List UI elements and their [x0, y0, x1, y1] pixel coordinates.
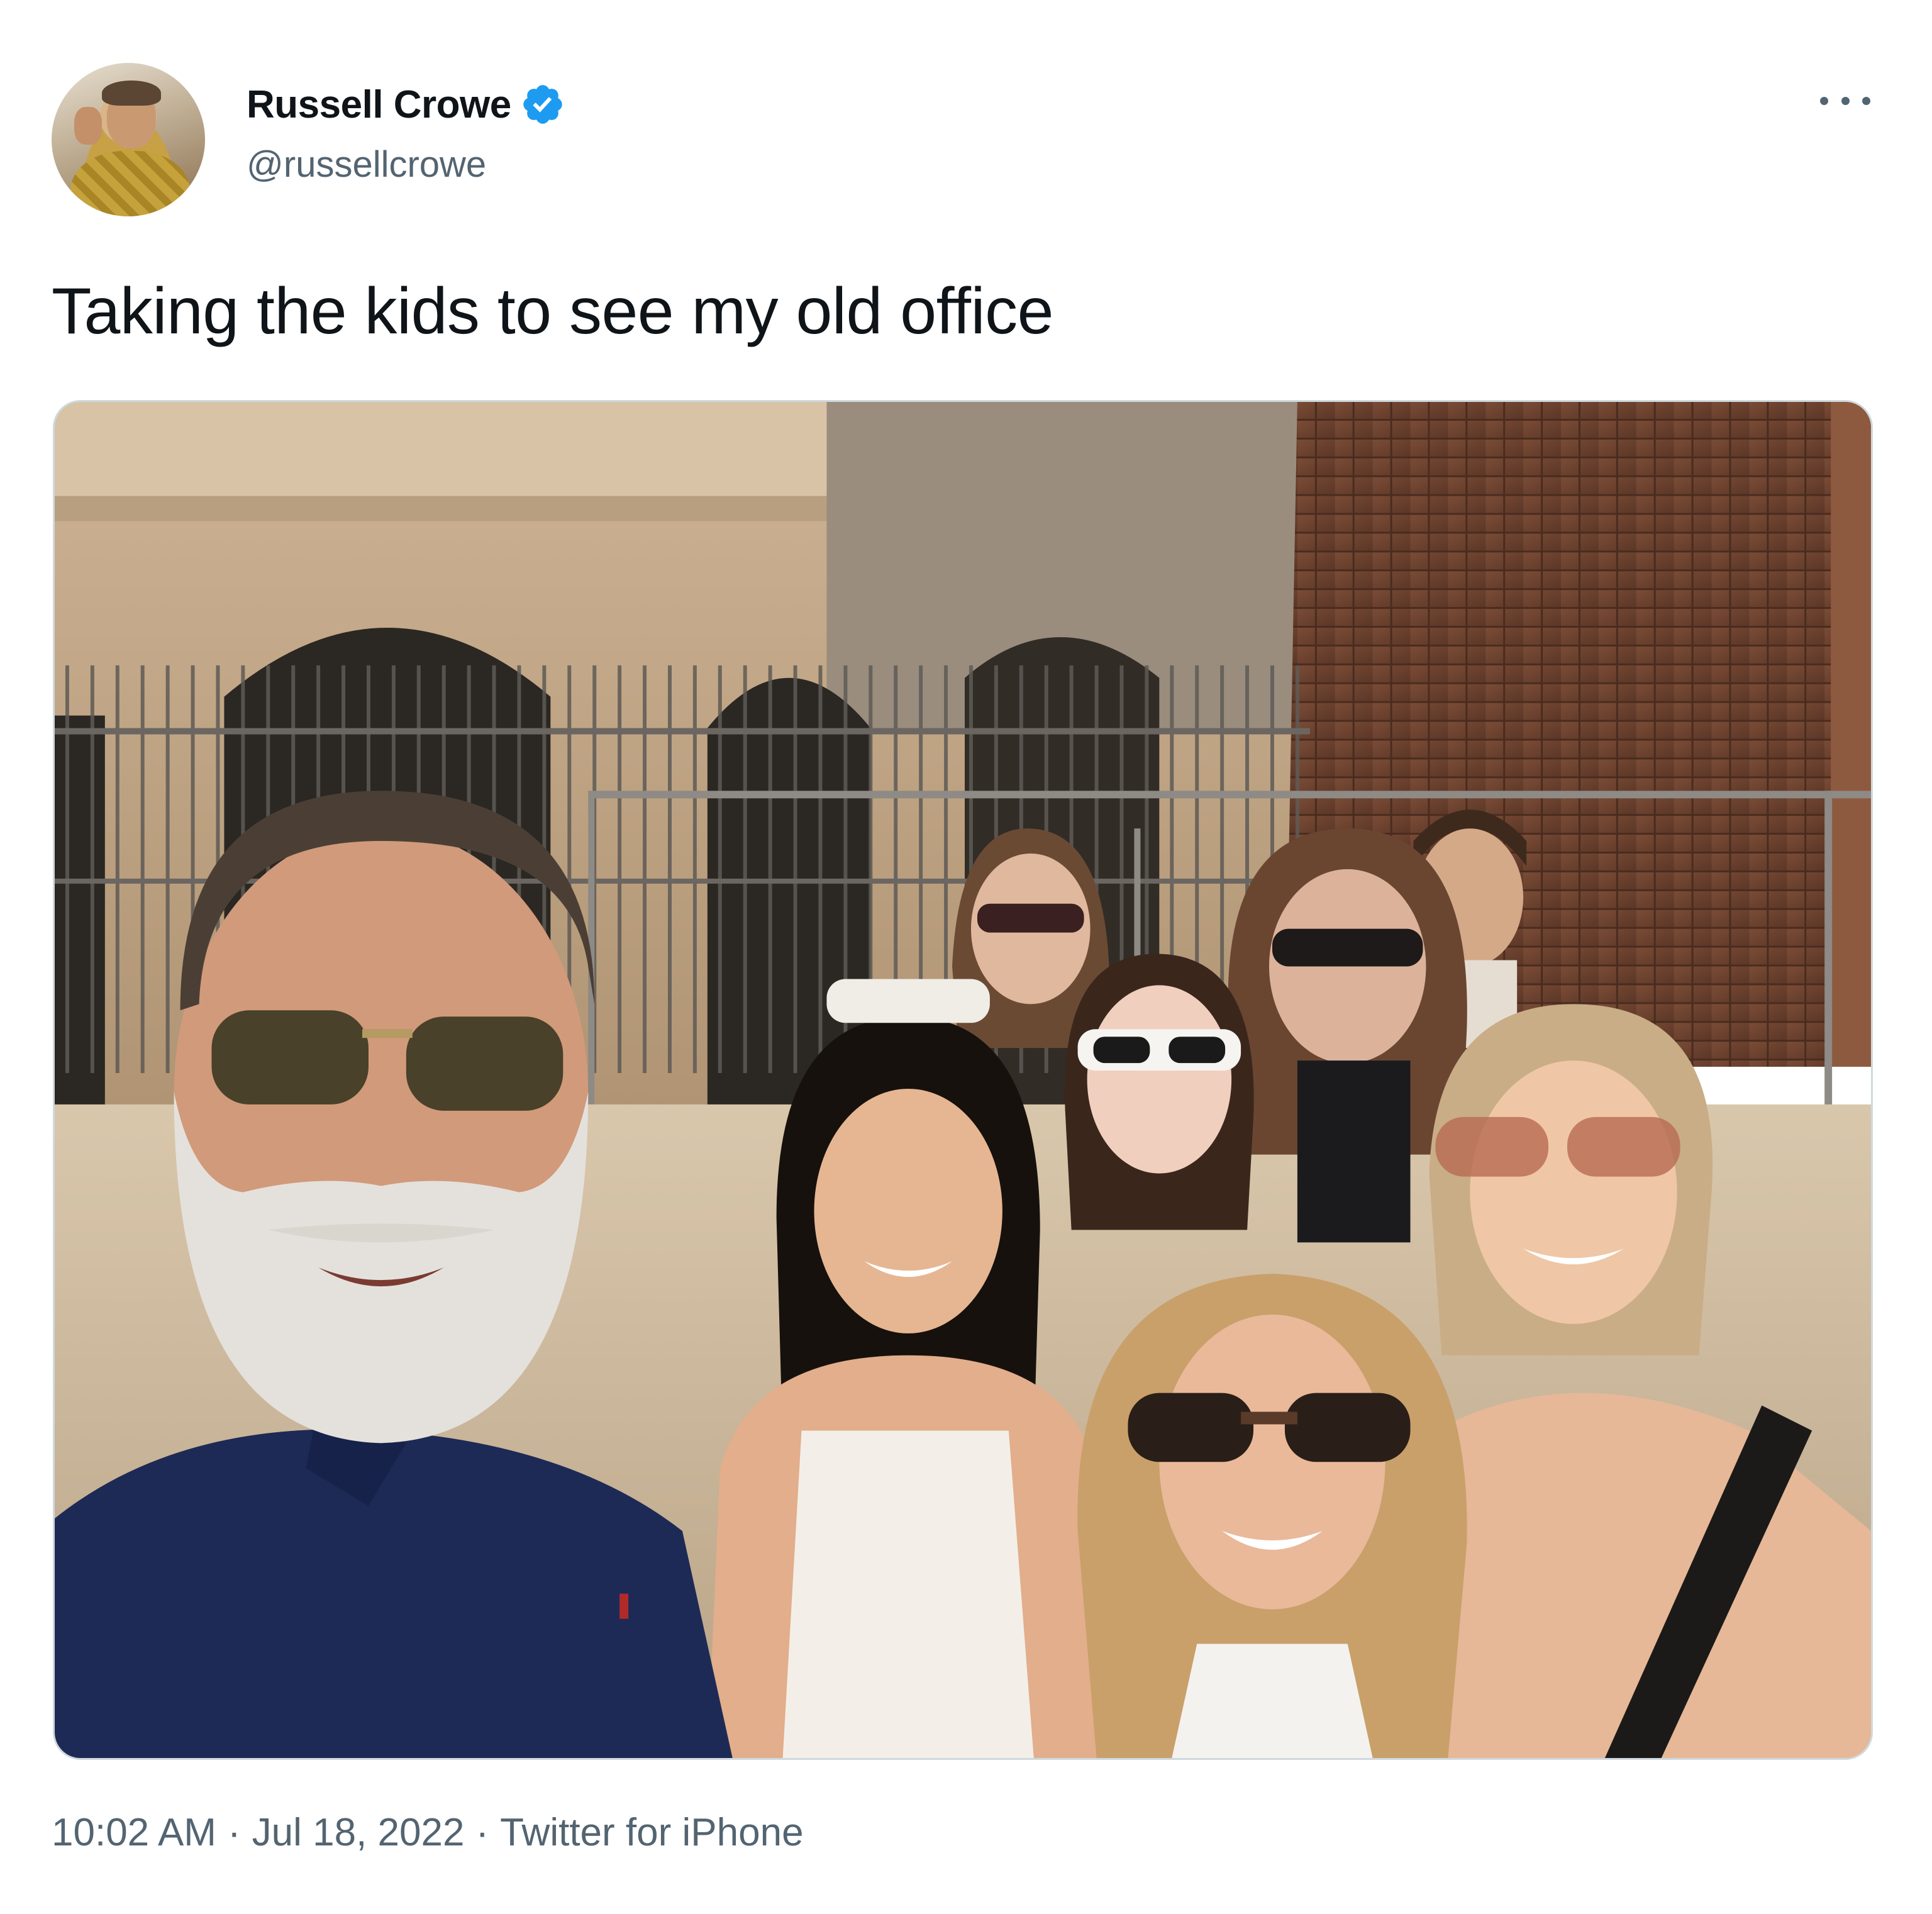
- verified-badge-icon: [523, 85, 562, 124]
- author-display-name[interactable]: Russell Crowe: [247, 82, 511, 127]
- tweet-meta: 10:02 AM · Jul 18, 2022 · Twitter for iP…: [52, 1810, 804, 1855]
- meta-separator: ·: [227, 1811, 241, 1854]
- more-dot: [1820, 96, 1828, 105]
- more-options-icon[interactable]: [1820, 88, 1870, 113]
- more-dot: [1841, 96, 1850, 105]
- tweet-time[interactable]: 10:02 AM: [52, 1810, 216, 1855]
- tweet-photo[interactable]: [53, 400, 1873, 1760]
- author-handle[interactable]: @russellcrowe: [247, 143, 486, 186]
- avatar-shirt: [70, 151, 190, 216]
- tweet-text: Taking the kids to see my old office: [52, 275, 1053, 348]
- tweet-card: Russell Crowe @russellcrowe Taking the k…: [0, 0, 1932, 1914]
- author-name-row: Russell Crowe: [247, 74, 565, 135]
- avatar-hand: [74, 107, 102, 145]
- tweet-source[interactable]: Twitter for iPhone: [500, 1810, 803, 1855]
- meta-separator: ·: [475, 1811, 489, 1854]
- avatar-hair: [102, 81, 161, 106]
- tweet-date[interactable]: Jul 18, 2022: [252, 1810, 465, 1855]
- author-avatar[interactable]: [52, 63, 205, 216]
- selfie-photo-illustration: [55, 402, 1871, 1758]
- more-dot: [1862, 96, 1870, 105]
